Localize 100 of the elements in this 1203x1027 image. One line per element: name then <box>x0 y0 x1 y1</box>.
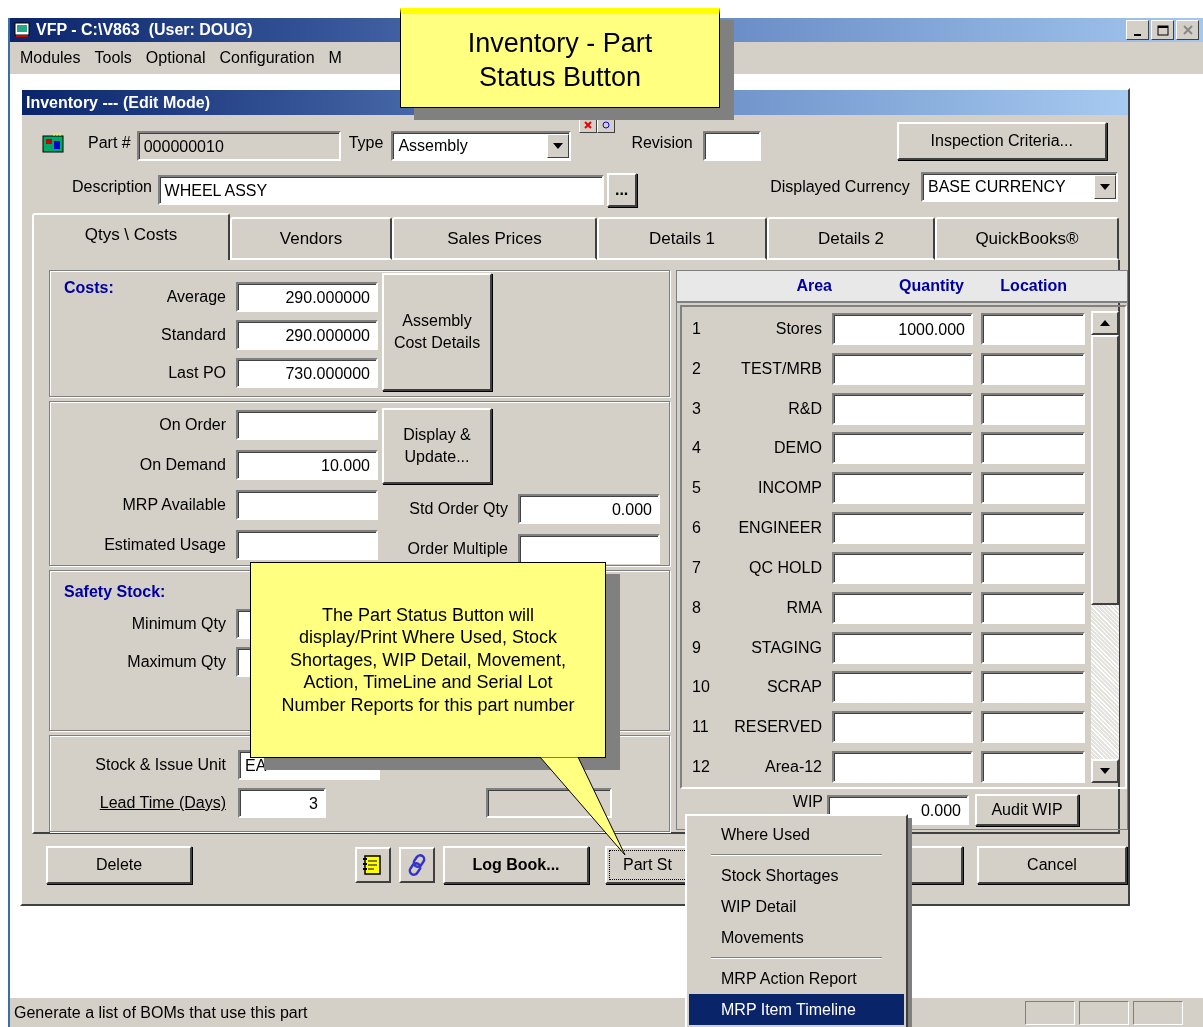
location-field[interactable] <box>981 312 1085 345</box>
menu-item[interactable]: MRP Item Timeline <box>689 994 904 1025</box>
location-field[interactable] <box>981 512 1085 545</box>
menu-item[interactable]: Configuration <box>213 49 323 67</box>
quantity-field[interactable] <box>832 432 973 465</box>
scroll-down-button[interactable] <box>1091 759 1119 783</box>
menu-item[interactable]: WIP Detail <box>689 891 904 922</box>
row-number: 1 <box>691 319 702 338</box>
inspection-criteria-button[interactable]: Inspection Criteria... <box>896 122 1107 160</box>
description-field[interactable]: WHEEL ASSY <box>157 175 604 205</box>
location-field[interactable] <box>981 551 1085 584</box>
column-header: Location <box>999 277 1067 295</box>
scrollbar[interactable] <box>1091 311 1119 783</box>
app-icon <box>14 22 30 38</box>
maximize-button[interactable] <box>1151 20 1174 40</box>
form-title: Inventory --- (Edit Mode) <box>26 93 210 112</box>
input-field[interactable]: 3 <box>238 787 326 818</box>
close-button[interactable] <box>1176 20 1199 40</box>
input-field[interactable] <box>236 490 378 521</box>
location-field[interactable] <box>981 711 1085 744</box>
maximize-icon <box>1156 24 1169 36</box>
link-button[interactable] <box>399 847 435 883</box>
tab[interactable]: Qtys \ Costs <box>32 213 230 260</box>
location-field[interactable] <box>981 352 1085 385</box>
quantity-field[interactable] <box>832 671 973 704</box>
field-label: Last PO <box>167 364 226 382</box>
tab[interactable]: Details 1 <box>597 217 767 260</box>
cancel-button[interactable]: Cancel <box>977 846 1127 884</box>
row-number: 12 <box>691 758 711 776</box>
quantity-field[interactable] <box>832 751 973 783</box>
input-field[interactable] <box>518 534 660 565</box>
tab[interactable]: Sales Prices <box>392 217 597 260</box>
status-panel <box>1133 1000 1183 1025</box>
tab[interactable]: Vendors <box>230 217 392 260</box>
location-field[interactable] <box>981 631 1085 664</box>
tab[interactable]: Details 2 <box>767 217 935 260</box>
location-field[interactable] <box>981 751 1085 783</box>
input-field[interactable]: 730.000000 <box>236 358 378 388</box>
menu-item[interactable]: MRP Action Report <box>689 963 904 994</box>
scroll-up-button[interactable] <box>1091 311 1119 335</box>
field-label: Part # <box>88 134 131 152</box>
input-field[interactable] <box>236 530 378 561</box>
tab[interactable]: QuickBooks® <box>935 217 1119 260</box>
notes-button[interactable] <box>355 847 391 883</box>
delete-button[interactable]: Delete <box>46 846 192 884</box>
quantity-field[interactable]: 1000.000 <box>832 312 973 345</box>
minimize-button[interactable] <box>1126 20 1149 40</box>
location-field[interactable] <box>981 392 1085 425</box>
area-name: TEST/MRB <box>740 359 823 378</box>
type-dropdown[interactable]: Assembly <box>391 131 572 161</box>
menu-item[interactable]: Optional <box>139 49 214 67</box>
input-field[interactable]: 10.000 <box>236 450 378 481</box>
revision-field[interactable] <box>702 131 761 161</box>
location-field[interactable] <box>981 432 1085 465</box>
quantity-field[interactable] <box>832 631 973 664</box>
input-field[interactable]: 290.000000 <box>236 320 378 350</box>
input-field[interactable]: 0.000 <box>518 494 660 525</box>
row-number: 5 <box>691 479 702 498</box>
browse-button[interactable]: ... <box>606 173 637 207</box>
field-label: WIP <box>791 793 824 811</box>
field-label: MRP Available <box>121 496 226 515</box>
quantity-field[interactable] <box>832 711 973 744</box>
field-label: Revision <box>631 134 693 152</box>
status-message: Generate a list of BOMs that use this part <box>14 1003 308 1022</box>
menu-item[interactable]: M <box>322 49 350 67</box>
area-name: RMA <box>785 598 823 617</box>
field-label: Order Multiple <box>406 540 508 559</box>
quantity-field[interactable] <box>832 551 973 584</box>
down-arrow-icon <box>1100 184 1110 190</box>
quantity-field[interactable] <box>832 392 973 425</box>
currency-dropdown[interactable]: BASE CURRENCY <box>920 172 1118 202</box>
location-field[interactable] <box>981 472 1085 505</box>
menu-item[interactable]: Movements <box>689 922 904 953</box>
menu-item[interactable]: Tools <box>88 49 140 67</box>
location-field[interactable] <box>981 591 1085 624</box>
quantity-field[interactable] <box>832 352 973 385</box>
cross-icon <box>584 121 593 129</box>
quantity-field[interactable] <box>832 591 973 624</box>
quantity-field[interactable] <box>832 472 973 505</box>
log-book-button[interactable]: Log Book... <box>443 846 589 884</box>
field-label: Lead Time (Days) <box>98 793 226 812</box>
display-update-button[interactable]: Display & Update... <box>382 408 492 485</box>
quantity-field[interactable] <box>832 512 973 545</box>
row-number: 8 <box>691 598 702 617</box>
menu-item[interactable]: Modules <box>14 49 89 67</box>
down-arrow-icon <box>553 143 564 149</box>
minimize-icon <box>1134 34 1141 36</box>
field-label: Type <box>348 134 384 152</box>
field-label: Average <box>165 288 226 306</box>
scroll-thumb[interactable] <box>1091 335 1119 605</box>
input-field[interactable] <box>236 410 378 441</box>
audit-wip-button[interactable]: Audit WIP <box>975 794 1079 826</box>
assembly-cost-details-button[interactable]: Assembly Cost Details <box>382 273 492 391</box>
area-name: DEMO <box>773 439 823 458</box>
field-label: Displayed Currency <box>769 178 910 196</box>
location-field[interactable] <box>981 671 1085 704</box>
area-name: SCRAP <box>765 678 823 697</box>
section-heading: Costs: <box>64 279 114 297</box>
row-number: 7 <box>691 558 702 577</box>
input-field[interactable]: 290.000000 <box>236 282 378 312</box>
